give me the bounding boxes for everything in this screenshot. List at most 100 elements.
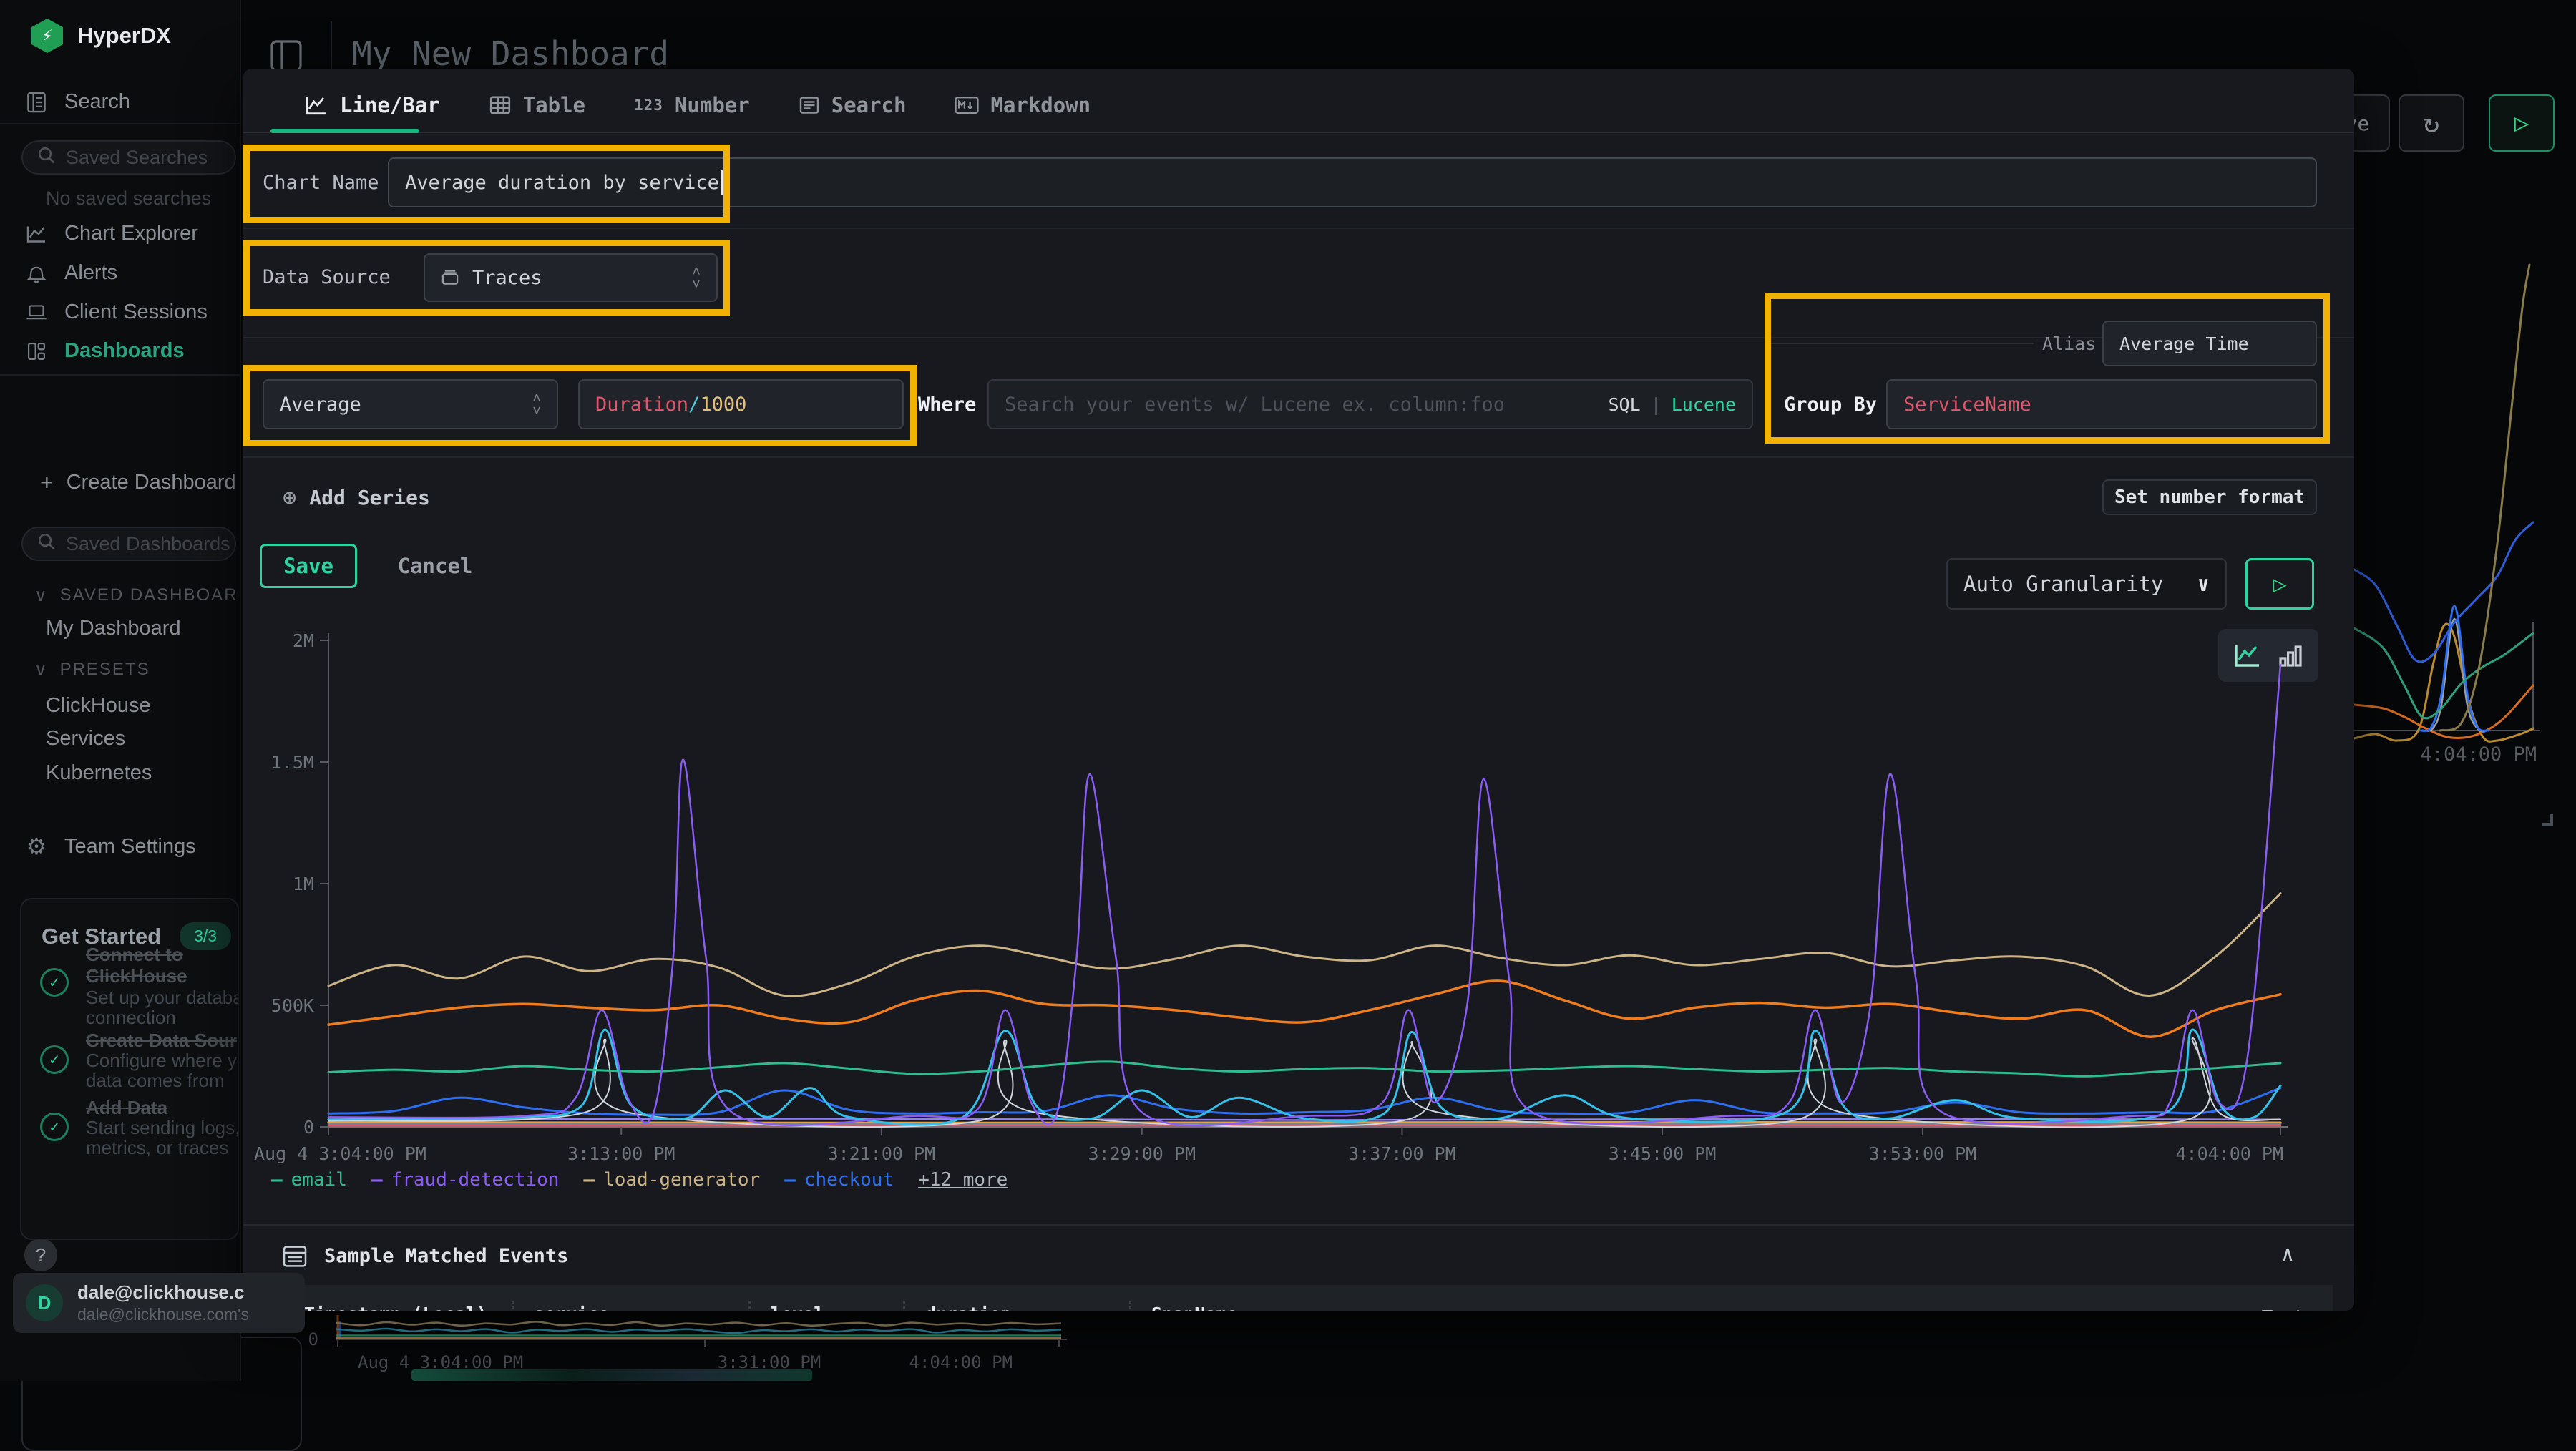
- tabs-divider: [243, 132, 2354, 133]
- user-menu-chip[interactable]: D dale@clickhouse.c dale@clickhouse.com'…: [13, 1273, 305, 1333]
- expression-tokens: Duration/1000: [595, 394, 746, 416]
- background-table-row-blur: [411, 1369, 812, 1381]
- list-icon: [799, 94, 820, 116]
- sidebar-item-label: Search: [64, 90, 130, 114]
- sidebar-item-clickhouse[interactable]: ClickHouse: [46, 694, 151, 718]
- legend-item[interactable]: —fraud-detection: [371, 1169, 559, 1191]
- svg-text:500K: 500K: [271, 995, 314, 1016]
- data-source-select[interactable]: Traces ˄˅: [424, 253, 718, 302]
- run-query-button[interactable]: ▷: [2489, 94, 2555, 152]
- add-series-label: Add Series: [309, 486, 430, 509]
- run-chart-button[interactable]: ▷: [2245, 558, 2314, 610]
- where-input[interactable]: Search your events w/ Lucene ex. column:…: [987, 379, 1753, 429]
- svg-text:1M: 1M: [293, 874, 314, 894]
- table-list-icon: [283, 1246, 307, 1267]
- brand-name: HyperDX: [77, 23, 171, 49]
- saved-searches-input[interactable]: Saved Searches: [21, 140, 236, 175]
- refresh-icon: ↻: [2424, 107, 2440, 139]
- svg-text:0: 0: [308, 1329, 318, 1349]
- cancel-button[interactable]: Cancel: [385, 544, 485, 588]
- step-line: Create Data Sour: [86, 1030, 239, 1052]
- alias-input[interactable]: Average Time: [2102, 321, 2317, 366]
- background-chart-right: 4:04:00 PM: [2354, 236, 2576, 880]
- tab-search[interactable]: Search: [799, 93, 907, 117]
- tab-table[interactable]: Table: [489, 93, 585, 117]
- refresh-button[interactable]: ↻: [2399, 94, 2464, 152]
- step-line: ClickHouse: [86, 965, 239, 987]
- create-dashboard-button[interactable]: + Create Dashboard: [40, 469, 236, 496]
- line-chart-icon: [24, 224, 49, 244]
- legend-item[interactable]: —email: [271, 1169, 347, 1191]
- sql-mode-toggle[interactable]: SQL: [1608, 394, 1640, 415]
- tab-line-bar[interactable]: Line/Bar: [304, 93, 440, 117]
- sample-events-header[interactable]: Sample Matched Events: [283, 1245, 568, 1267]
- row-divider: [243, 456, 2354, 458]
- step-check-icon: ✓: [40, 1113, 69, 1141]
- step-line: Configure where yo: [86, 1050, 239, 1072]
- column-header-spanname[interactable]: SpanName: [1151, 1304, 2117, 1311]
- save-button[interactable]: Save: [260, 544, 357, 588]
- add-series-button[interactable]: ⊕ Add Series: [283, 484, 430, 511]
- download-icon[interactable]: ↓: [2292, 1302, 2304, 1311]
- sidebar-item-search[interactable]: Search: [24, 90, 130, 114]
- sidebar-item-dashboards[interactable]: Dashboards: [24, 339, 185, 363]
- gear-icon: ⚙: [24, 833, 49, 860]
- sidebar-item-label: Dashboards: [64, 339, 185, 363]
- section-saved-dashboards[interactable]: ∨ SAVED DASHBOARDS: [34, 585, 238, 606]
- group-by-input[interactable]: ServiceName: [1886, 379, 2317, 429]
- chevron-down-icon: ∨: [2197, 572, 2210, 596]
- number-123-icon: 123: [634, 97, 663, 114]
- chart-name-input[interactable]: Average duration by service: [388, 157, 2317, 207]
- sidebar-item-label: Client Sessions: [64, 301, 208, 324]
- column-header-timestamp[interactable]: Timestamp (Local): [304, 1304, 512, 1311]
- saved-dashboards-placeholder: Saved Dashboards: [66, 533, 230, 555]
- sidebar-item-my-dashboard[interactable]: My Dashboard: [46, 617, 181, 640]
- legend-item[interactable]: —checkout: [784, 1169, 894, 1191]
- sidebar-divider: [0, 374, 241, 376]
- lucene-mode-toggle[interactable]: Lucene: [1672, 394, 1736, 415]
- tab-markdown[interactable]: Markdown: [955, 93, 1091, 117]
- step-line: Start sending logs,: [86, 1117, 239, 1139]
- table-options-icon[interactable]: ≡: [2261, 1302, 2273, 1311]
- aggregation-fn-select[interactable]: Average ˄˅: [263, 379, 558, 429]
- column-separator[interactable]: [748, 1301, 751, 1311]
- sidebar-item-team-settings[interactable]: ⚙ Team Settings: [24, 833, 196, 860]
- set-number-format-button[interactable]: Set number format: [2102, 479, 2317, 515]
- sidebar-item-kubernetes[interactable]: Kubernetes: [46, 761, 152, 785]
- chart-name-label: Chart Name: [263, 172, 379, 194]
- play-icon: ▷: [2273, 570, 2286, 597]
- aggregation-expression-input[interactable]: Duration/1000: [578, 379, 904, 429]
- sidebar-item-services[interactable]: Services: [46, 727, 125, 751]
- help-button[interactable]: ?: [24, 1239, 57, 1271]
- alias-divider: [1767, 343, 2034, 344]
- legend-swatch: —: [271, 1169, 283, 1191]
- help-label: ?: [36, 1244, 46, 1266]
- chart-name-value: Average duration by service: [405, 172, 719, 194]
- legend-swatch: —: [583, 1169, 595, 1191]
- legend-more-link[interactable]: +12 more: [918, 1169, 1008, 1191]
- column-header-level[interactable]: level: [771, 1304, 903, 1311]
- column-separator[interactable]: [1129, 1301, 1131, 1311]
- column-header-duration[interactable]: duration: [925, 1304, 1129, 1311]
- collapse-section-icon[interactable]: ∧: [2281, 1242, 2294, 1267]
- group-by-label: Group By: [1784, 394, 1877, 416]
- sidebar-item-client-sessions[interactable]: Client Sessions: [24, 301, 208, 324]
- legend-item[interactable]: —load-generator: [583, 1169, 760, 1191]
- column-header-service[interactable]: service: [534, 1304, 748, 1311]
- section-presets[interactable]: ∨ PRESETS: [34, 660, 238, 680]
- column-separator[interactable]: [903, 1301, 905, 1311]
- saved-dashboards-input[interactable]: Saved Dashboards: [21, 527, 236, 561]
- aggregation-fn-value: Average: [280, 394, 361, 416]
- legend-swatch: —: [371, 1169, 383, 1191]
- column-separator[interactable]: [512, 1301, 514, 1311]
- sidebar-item-alerts[interactable]: Alerts: [24, 261, 117, 285]
- sidebar-item-label: Chart Explorer: [64, 222, 198, 245]
- tab-number[interactable]: 123 Number: [634, 93, 750, 117]
- svg-text:3:45:00 PM: 3:45:00 PM: [1609, 1143, 1717, 1164]
- plus-circle-icon: ⊕: [283, 484, 296, 511]
- page-title: My New Dashboard: [352, 34, 669, 73]
- step-check-icon: ✓: [40, 968, 69, 997]
- sidebar-item-chart-explorer[interactable]: Chart Explorer: [24, 222, 198, 245]
- granularity-select[interactable]: Auto Granularity ∨: [1946, 558, 2227, 610]
- sidebar-divider: [0, 123, 241, 124]
